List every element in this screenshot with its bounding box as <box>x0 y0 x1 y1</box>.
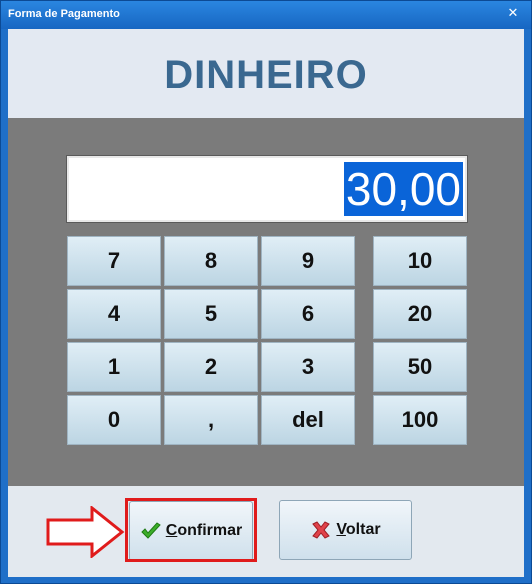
quick-amount-10[interactable]: 10 <box>373 236 467 286</box>
key-8[interactable]: 8 <box>164 236 258 286</box>
title-bar[interactable]: Forma de Pagamento ✕ <box>1 1 531 29</box>
back-button[interactable]: Voltar <box>279 500 412 560</box>
quick-amount-50[interactable]: 50 <box>373 342 467 392</box>
x-icon <box>312 521 331 539</box>
key-5[interactable]: 5 <box>164 289 258 339</box>
quick-amount-20[interactable]: 20 <box>373 289 467 339</box>
window-title: Forma de Pagamento <box>8 8 120 20</box>
key-2[interactable]: 2 <box>164 342 258 392</box>
key-7[interactable]: 7 <box>67 236 161 286</box>
header-panel: DINHEIRO <box>8 29 524 118</box>
footer-panel: Confirmar Voltar <box>8 486 524 577</box>
key-0[interactable]: 0 <box>67 395 161 445</box>
payment-window: Forma de Pagamento ✕ DINHEIRO 30,00 7 8 … <box>0 0 532 584</box>
quick-amount-100[interactable]: 100 <box>373 395 467 445</box>
right-arrow-icon <box>46 506 125 558</box>
keypad-area: 30,00 7 8 9 4 5 6 1 2 3 0 , del 10 20 50… <box>8 118 524 486</box>
amount-value[interactable]: 30,00 <box>343 162 463 216</box>
back-mnemonic: V <box>336 521 346 538</box>
key-1[interactable]: 1 <box>67 342 161 392</box>
key-delete[interactable]: del <box>261 395 355 445</box>
key-3[interactable]: 3 <box>261 342 355 392</box>
highlight-box <box>125 498 257 562</box>
payment-method-title: DINHEIRO <box>164 53 368 97</box>
back-button-label: Voltar <box>336 521 380 539</box>
key-4[interactable]: 4 <box>67 289 161 339</box>
window-content: DINHEIRO 30,00 7 8 9 4 5 6 1 2 3 0 , del… <box>8 29 524 577</box>
key-9[interactable]: 9 <box>261 236 355 286</box>
amount-display[interactable]: 30,00 <box>66 155 468 223</box>
key-6[interactable]: 6 <box>261 289 355 339</box>
key-comma[interactable]: , <box>164 395 258 445</box>
close-icon[interactable]: ✕ <box>507 7 519 20</box>
back-label-rest: oltar <box>345 521 381 538</box>
